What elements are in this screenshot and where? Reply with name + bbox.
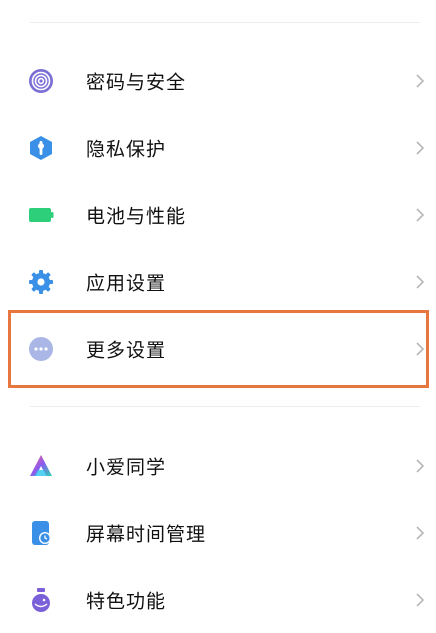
settings-item-screen-time[interactable]: 屏幕时间管理 xyxy=(0,500,436,566)
chevron-right-icon xyxy=(414,72,426,90)
settings-item-xiaoai[interactable]: 小爱同学 xyxy=(0,433,436,499)
settings-item-label: 屏幕时间管理 xyxy=(86,523,207,546)
settings-item-label: 更多设置 xyxy=(86,339,167,362)
settings-item-special-features[interactable]: 特色功能 xyxy=(0,567,436,633)
chevron-right-icon xyxy=(414,273,426,291)
battery-icon xyxy=(28,202,54,228)
chevron-right-icon xyxy=(414,206,426,224)
fingerprint-icon xyxy=(28,68,54,94)
chevron-right-icon xyxy=(414,340,426,358)
xiaoai-assistant-icon xyxy=(28,453,54,479)
privacy-shield-icon xyxy=(28,135,54,161)
settings-item-label: 小爱同学 xyxy=(86,456,167,479)
settings-item-label: 电池与性能 xyxy=(86,205,187,228)
chevron-right-icon xyxy=(414,457,426,475)
top-divider xyxy=(30,22,420,23)
settings-item-battery-performance[interactable]: 电池与性能 xyxy=(0,182,436,248)
settings-item-label: 密码与安全 xyxy=(86,71,187,94)
feature-flask-icon xyxy=(28,587,54,613)
more-dots-icon xyxy=(28,336,54,362)
settings-item-more-settings[interactable]: 更多设置 xyxy=(0,316,436,382)
settings-item-label: 特色功能 xyxy=(86,590,167,613)
gear-icon xyxy=(28,269,54,295)
screen-time-icon xyxy=(28,520,54,546)
chevron-right-icon xyxy=(414,591,426,609)
chevron-right-icon xyxy=(414,524,426,542)
settings-item-privacy[interactable]: 隐私保护 xyxy=(0,115,436,181)
settings-item-label: 应用设置 xyxy=(86,272,167,295)
settings-item-label: 隐私保护 xyxy=(86,138,167,161)
chevron-right-icon xyxy=(414,139,426,157)
settings-item-app-settings[interactable]: 应用设置 xyxy=(0,249,436,315)
settings-item-password-security[interactable]: 密码与安全 xyxy=(0,48,436,114)
group-divider xyxy=(30,406,420,407)
